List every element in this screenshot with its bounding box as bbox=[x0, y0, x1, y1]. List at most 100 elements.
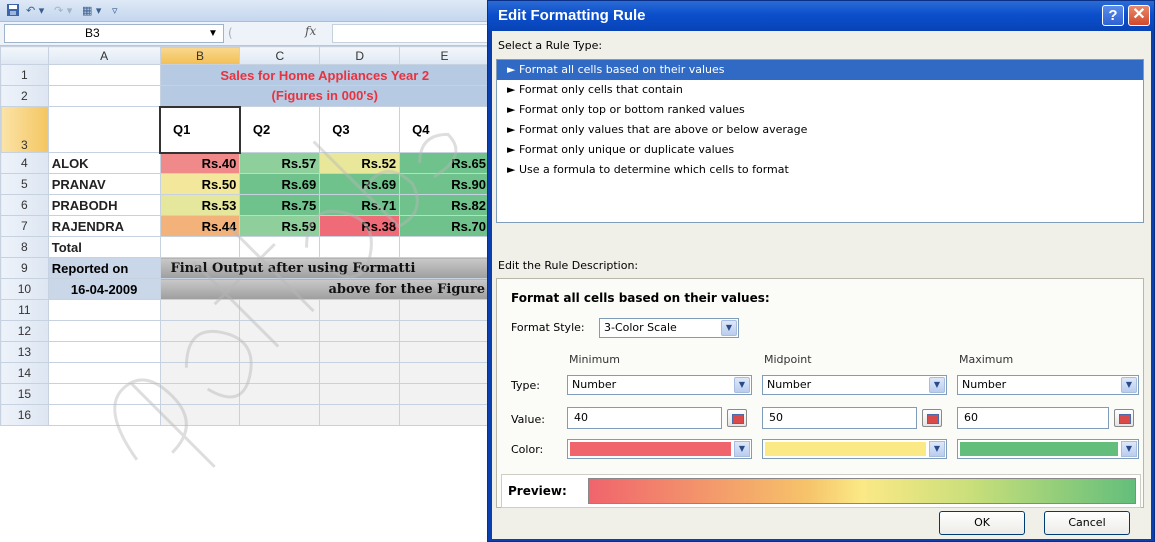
row-header[interactable]: 5 bbox=[0, 173, 49, 195]
save-icon[interactable] bbox=[6, 3, 20, 19]
header-q4[interactable]: Q4 bbox=[399, 106, 490, 153]
value-cell[interactable]: Rs.75 bbox=[239, 194, 321, 216]
row-header[interactable]: 12 bbox=[0, 320, 49, 342]
maximum-type-select[interactable]: Number ▼ bbox=[957, 375, 1139, 395]
maximum-range-picker-icon[interactable] bbox=[1114, 409, 1134, 427]
cell[interactable] bbox=[159, 236, 241, 258]
value-cell[interactable]: Rs.40 bbox=[159, 152, 241, 174]
row-header[interactable]: 1 bbox=[0, 64, 49, 86]
formula-input[interactable] bbox=[332, 24, 490, 43]
minimum-type-select[interactable]: Number ▼ bbox=[567, 375, 752, 395]
cell[interactable] bbox=[239, 236, 321, 258]
format-style-select[interactable]: 3-Color Scale ▼ bbox=[599, 318, 739, 338]
name-cell[interactable]: PRABODH bbox=[47, 194, 161, 216]
column-header-a[interactable]: A bbox=[47, 46, 161, 65]
midpoint-type-select[interactable]: Number ▼ bbox=[762, 375, 947, 395]
row-header[interactable]: 9 bbox=[0, 257, 49, 279]
value-cell[interactable]: Rs.44 bbox=[159, 215, 241, 237]
midpoint-value-input[interactable]: 50 bbox=[762, 407, 917, 429]
quick-print-icon[interactable]: ▦ ▾ bbox=[82, 3, 101, 19]
row-header[interactable]: 8 bbox=[0, 236, 49, 258]
column-header-c[interactable]: C bbox=[239, 46, 321, 65]
name-cell[interactable]: ALOK bbox=[47, 152, 161, 174]
minimum-value-input[interactable]: 40 bbox=[567, 407, 722, 429]
value-cell[interactable]: Rs.71 bbox=[319, 194, 401, 216]
name-box-dropdown-icon[interactable]: ▼ bbox=[208, 25, 218, 42]
chevron-down-icon[interactable]: ▼ bbox=[929, 377, 945, 393]
undo-icon[interactable]: ↶ ▾ bbox=[26, 3, 44, 19]
midpoint-range-picker-icon[interactable] bbox=[922, 409, 942, 427]
maximum-value-input[interactable]: 60 bbox=[957, 407, 1109, 429]
row-header[interactable]: 4 bbox=[0, 152, 49, 174]
footer-line2-cell[interactable]: above for thee Figure bbox=[159, 278, 490, 300]
rule-type-item[interactable]: ► Format only values that are above or b… bbox=[497, 120, 1143, 140]
rule-type-item[interactable]: ► Format all cells based on their values bbox=[497, 60, 1143, 80]
reported-date-cell[interactable]: 16-04-2009 bbox=[47, 278, 161, 300]
maximum-color-picker[interactable]: ▼ bbox=[957, 439, 1139, 459]
footer-line1-cell[interactable]: Final Output after using Formatti bbox=[159, 257, 490, 279]
subtitle-cell[interactable]: (Figures in 000's) bbox=[159, 85, 490, 107]
value-cell[interactable]: Rs.57 bbox=[239, 152, 321, 174]
row-header[interactable]: 14 bbox=[0, 362, 49, 384]
cell[interactable] bbox=[47, 106, 161, 153]
value-cell[interactable]: Rs.69 bbox=[239, 173, 321, 195]
row-header[interactable]: 3 bbox=[0, 106, 49, 153]
value-cell[interactable]: Rs.70 bbox=[399, 215, 490, 237]
cancel-button[interactable]: Cancel bbox=[1044, 511, 1130, 535]
row-header[interactable]: 16 bbox=[0, 404, 49, 426]
cell[interactable] bbox=[319, 236, 401, 258]
customize-toolbar-icon[interactable]: ▿ bbox=[112, 3, 118, 19]
value-cell[interactable]: Rs.69 bbox=[319, 173, 401, 195]
cell[interactable] bbox=[47, 64, 161, 86]
chevron-down-icon[interactable]: ▼ bbox=[734, 441, 750, 457]
header-q2[interactable]: Q2 bbox=[239, 106, 321, 153]
dialog-title-bar[interactable]: Edit Formatting Rule ? ✕ bbox=[488, 1, 1154, 31]
row-header[interactable]: 2 bbox=[0, 85, 49, 107]
row-header[interactable]: 11 bbox=[0, 299, 49, 321]
row-header[interactable]: 13 bbox=[0, 341, 49, 363]
chevron-down-icon[interactable]: ▼ bbox=[929, 441, 945, 457]
name-box[interactable]: B3 ▼ bbox=[4, 24, 224, 43]
value-cell[interactable]: Rs.38 bbox=[319, 215, 401, 237]
row-header[interactable]: 10 bbox=[0, 278, 49, 300]
header-q3[interactable]: Q3 bbox=[319, 106, 401, 153]
value-cell[interactable]: Rs.50 bbox=[159, 173, 241, 195]
reported-on-label-cell[interactable]: Reported on bbox=[47, 257, 161, 279]
header-q1[interactable]: Q1 bbox=[159, 105, 241, 154]
rule-type-item[interactable]: ► Format only unique or duplicate values bbox=[497, 140, 1143, 160]
chevron-down-icon[interactable]: ▼ bbox=[734, 377, 750, 393]
minimum-color-picker[interactable]: ▼ bbox=[567, 439, 752, 459]
cell[interactable] bbox=[399, 236, 490, 258]
rule-type-item[interactable]: ► Use a formula to determine which cells… bbox=[497, 160, 1143, 180]
row-header[interactable]: 7 bbox=[0, 215, 49, 237]
rule-type-item[interactable]: ► Format only cells that contain bbox=[497, 80, 1143, 100]
column-header-d[interactable]: D bbox=[319, 46, 401, 65]
redo-icon[interactable]: ↷ ▾ bbox=[54, 3, 72, 19]
function-icon[interactable]: fx bbox=[305, 24, 316, 38]
value-cell[interactable]: Rs.90 bbox=[399, 173, 490, 195]
help-button[interactable]: ? bbox=[1102, 5, 1124, 26]
value-cell[interactable]: Rs.52 bbox=[319, 152, 401, 174]
title-cell[interactable]: Sales for Home Appliances Year 2 bbox=[159, 64, 490, 86]
row-header[interactable]: 6 bbox=[0, 194, 49, 216]
name-cell[interactable]: PRANAV bbox=[47, 173, 161, 195]
value-cell[interactable]: Rs.82 bbox=[399, 194, 490, 216]
total-label-cell[interactable]: Total bbox=[47, 236, 161, 258]
rule-type-item[interactable]: ► Format only top or bottom ranked value… bbox=[497, 100, 1143, 120]
value-cell[interactable]: Rs.59 bbox=[239, 215, 321, 237]
chevron-down-icon[interactable]: ▼ bbox=[1121, 441, 1137, 457]
midpoint-color-picker[interactable]: ▼ bbox=[762, 439, 947, 459]
column-header-b[interactable]: B bbox=[159, 46, 241, 65]
column-header-e[interactable]: E bbox=[399, 46, 490, 65]
name-cell[interactable]: RAJENDRA bbox=[47, 215, 161, 237]
cell[interactable] bbox=[47, 85, 161, 107]
ok-button[interactable]: OK bbox=[939, 511, 1025, 535]
row-header[interactable]: 15 bbox=[0, 383, 49, 405]
close-button[interactable]: ✕ bbox=[1128, 5, 1150, 26]
chevron-down-icon[interactable]: ▼ bbox=[721, 320, 737, 336]
value-cell[interactable]: Rs.65 bbox=[399, 152, 490, 174]
value-cell[interactable]: Rs.53 bbox=[159, 194, 241, 216]
minimum-range-picker-icon[interactable] bbox=[727, 409, 747, 427]
chevron-down-icon[interactable]: ▼ bbox=[1121, 377, 1137, 393]
select-all-corner[interactable] bbox=[0, 46, 49, 65]
